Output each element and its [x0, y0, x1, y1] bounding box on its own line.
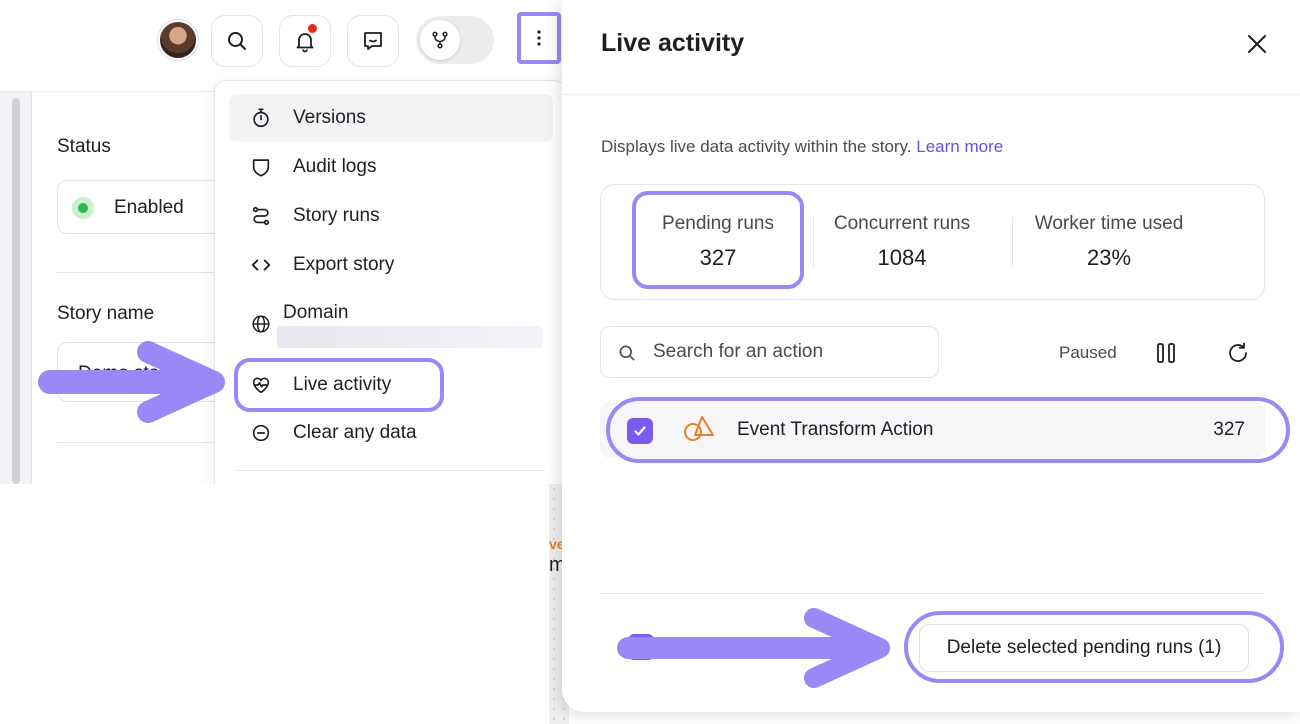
action-search[interactable]: [600, 326, 939, 378]
menu-item-label: Domain: [283, 302, 349, 323]
paused-status: Paused: [1059, 343, 1117, 362]
stat-worker-time: Worker time used 23%: [1025, 213, 1193, 271]
canvas-scrollbar[interactable]: [0, 92, 32, 484]
live-activity-highlight: [234, 358, 444, 412]
stat-concurrent-runs: Concurrent runs 1084: [826, 213, 978, 271]
notifications-button[interactable]: [279, 15, 331, 67]
menu-item-label: Clear any data: [293, 422, 417, 443]
stopwatch-icon: [249, 106, 273, 130]
footer-divider: [600, 593, 1265, 594]
globe-icon: [249, 312, 273, 336]
story-editor-region: Status Enabled Story name Demo sto Versi…: [0, 0, 570, 484]
status-value: Enabled: [114, 197, 184, 218]
more-options-button[interactable]: [517, 12, 561, 64]
domain-url-redacted: [277, 326, 542, 348]
options-menu: Versions Audit logs Story runs Export st…: [214, 80, 566, 484]
menu-item-label: Story runs: [293, 205, 380, 226]
annotation-arrow-icon: [617, 608, 890, 688]
search-icon: [228, 32, 246, 50]
panel-header: Live activity: [562, 0, 1300, 95]
branch-icon: [432, 31, 448, 49]
stat-label: Worker time used: [1034, 213, 1184, 234]
close-icon: [1248, 35, 1266, 53]
pause-button[interactable]: [1149, 336, 1183, 370]
panel-title: Live activity: [601, 29, 745, 57]
more-vertical-icon: [537, 30, 541, 46]
annotation-arrow-icon: [38, 341, 225, 423]
delete-button-highlight: [904, 611, 1284, 683]
menu-item-label: Versions: [293, 107, 366, 128]
route-icon: [249, 204, 273, 228]
refresh-icon: [1229, 342, 1247, 362]
stat-divider: [813, 217, 814, 267]
menu-item-clear-data[interactable]: Clear any data: [229, 409, 553, 457]
menu-item-story-runs[interactable]: Story runs: [229, 192, 553, 240]
search-icon: [619, 345, 635, 361]
minus-circle-icon: [249, 421, 273, 445]
menu-divider: [235, 470, 545, 471]
description-text: Displays live data activity within the s…: [601, 137, 912, 156]
status-indicator-icon: [72, 197, 94, 219]
stat-value: 1084: [877, 245, 927, 270]
shield-icon: [249, 155, 273, 179]
action-row-highlight: [606, 397, 1290, 463]
menu-item-export-story[interactable]: Export story: [229, 241, 553, 289]
stat-value: 23%: [1086, 245, 1132, 270]
refresh-button[interactable]: [1221, 336, 1255, 370]
stat-label: Pending runs: [662, 213, 774, 234]
mode-toggle[interactable]: [416, 16, 494, 64]
menu-item-versions[interactable]: Versions: [229, 94, 553, 142]
stat-divider: [1012, 217, 1013, 267]
search-button[interactable]: [211, 15, 263, 67]
pause-icon: [1157, 343, 1175, 363]
stat-label: Concurrent runs: [833, 213, 971, 234]
code-icon: [249, 253, 273, 277]
search-input[interactable]: [653, 327, 933, 377]
stat-pending-runs: Pending runs 327: [656, 213, 780, 271]
chat-icon: [364, 32, 382, 50]
comments-button[interactable]: [347, 15, 399, 67]
story-name-label: Story name: [57, 303, 155, 324]
live-activity-panel: Live activity Displays live data activit…: [562, 0, 1300, 712]
learn-more-link[interactable]: Learn more: [916, 137, 1003, 156]
panel-description: Displays live data activity within the s…: [601, 137, 1003, 157]
notification-badge: [308, 24, 317, 33]
stat-value: 327: [699, 245, 737, 270]
menu-item-audit-logs[interactable]: Audit logs: [229, 143, 553, 191]
status-label: Status: [57, 136, 111, 157]
top-bar: [0, 0, 570, 92]
menu-item-label: Audit logs: [293, 156, 377, 177]
toggle-knob: [420, 20, 460, 60]
scrollbar-thumb[interactable]: [12, 98, 20, 484]
stats-card: Pending runs 327 Concurrent runs 1084 Wo…: [600, 184, 1265, 300]
menu-item-label: Export story: [293, 254, 395, 275]
close-button[interactable]: [1242, 29, 1272, 59]
avatar[interactable]: [158, 20, 198, 60]
